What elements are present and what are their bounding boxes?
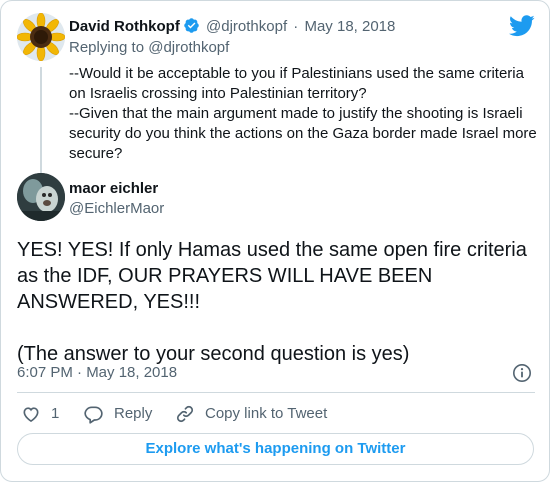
parent-tweet-header: David Rothkopf @djrothkopf · May 18, 201… <box>69 17 395 40</box>
main-tweet-paragraph: YES! YES! If only Hamas used the same op… <box>17 239 527 313</box>
reply-label: Reply <box>114 405 153 422</box>
parent-display-name[interactable]: David Rothkopf <box>69 18 180 35</box>
link-icon <box>176 405 194 423</box>
main-tweet-author[interactable]: maor eichler @EichlerMaor <box>17 173 537 223</box>
main-tweet-text: YES! YES! If only Hamas used the same op… <box>17 237 537 367</box>
copy-link-label: Copy link to Tweet <box>205 405 328 422</box>
info-icon[interactable] <box>512 363 532 383</box>
verified-badge-icon <box>183 17 200 40</box>
avatar[interactable] <box>17 173 65 221</box>
heart-icon <box>23 407 39 423</box>
copy-link-button[interactable]: Copy link to Tweet <box>175 403 331 425</box>
parent-tweet-text: --Would it be acceptable to you if Pales… <box>69 64 537 164</box>
reply-icon <box>84 406 103 424</box>
replying-to-label[interactable]: Replying to @djrothkopf <box>69 38 229 58</box>
main-handle[interactable]: @EichlerMaor <box>69 199 164 219</box>
parent-handle[interactable]: @djrothkopf <box>206 18 287 35</box>
meta-separator: · <box>293 18 299 35</box>
main-display-name[interactable]: maor eichler <box>69 179 158 199</box>
parent-tweet-line: --Given that the main argument made to j… <box>69 105 537 162</box>
tweet-timestamp[interactable]: 6:07 PM · May 18, 2018 <box>17 363 177 383</box>
reply-button[interactable]: Reply <box>83 403 163 425</box>
embedded-tweet-card: David Rothkopf @djrothkopf · May 18, 201… <box>0 0 550 482</box>
thread-connector-line <box>40 67 42 185</box>
parent-tweet-line: --Would it be acceptable to you if Pales… <box>69 65 524 102</box>
parent-date[interactable]: May 18, 2018 <box>304 18 395 35</box>
like-count: 1 <box>51 405 60 422</box>
twitter-bird-icon[interactable] <box>508 15 535 37</box>
explore-twitter-button[interactable]: Explore what's happening on Twitter <box>17 433 534 465</box>
divider <box>17 392 535 393</box>
sunflower-avatar[interactable] <box>17 13 65 61</box>
like-button[interactable]: 1 <box>21 403 65 425</box>
